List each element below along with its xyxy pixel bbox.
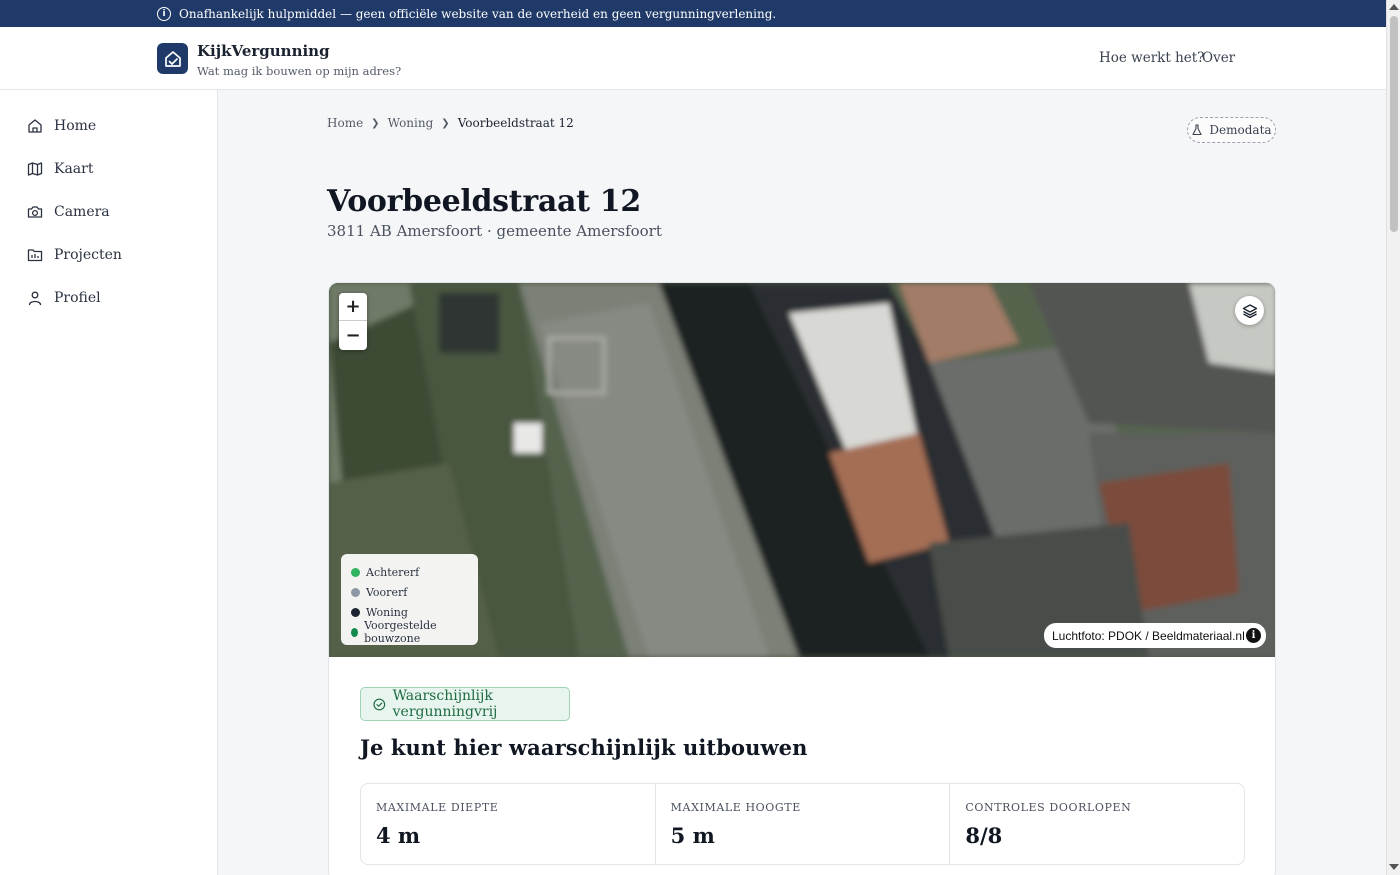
legend-item: Voorgestelde bouwzone: [351, 619, 468, 645]
brand-name[interactable]: KijkVergunning: [197, 42, 330, 60]
legend-dot: [351, 587, 360, 597]
legend-item: Voorerf: [351, 582, 468, 602]
sidebar: Home Kaart Camera Projecten Profiel: [0, 90, 218, 875]
zoom-control: + −: [339, 293, 367, 350]
stat-label: Maximale diepte: [376, 801, 499, 814]
sidebar-item-kaart[interactable]: Kaart: [27, 159, 93, 179]
legend-dot: [351, 607, 360, 617]
scroll-down-icon[interactable]: [1389, 864, 1399, 870]
status-label: Waarschijnlijk vergunningvrij: [392, 688, 498, 720]
status-badge: Waarschijnlijk vergunningvrij: [360, 687, 570, 721]
sidebar-item-home[interactable]: Home: [27, 116, 96, 136]
legend-dot: [351, 627, 359, 637]
stat-label: Controles doorlopen: [965, 801, 1132, 814]
sidebar-item-camera[interactable]: Camera: [27, 202, 110, 222]
brand-tagline: Wat mag ik bouwen op mijn adres?: [197, 64, 402, 78]
page-subtitle: 3811 AB Amersfoort · gemeente Amersfoort: [327, 222, 662, 240]
legend-item: Achtererf: [351, 562, 468, 582]
sidebar-item-label: Profiel: [54, 290, 101, 306]
demo-badge-label: Demodata: [1209, 123, 1272, 137]
sidebar-item-projecten[interactable]: Projecten: [27, 245, 122, 265]
nav-about[interactable]: Over: [1202, 50, 1235, 66]
legend-dot: [351, 567, 360, 577]
breadcrumb-current: Voorbeeldstraat 12: [457, 116, 574, 130]
check-circle-icon: [373, 698, 386, 710]
breadcrumb-woning[interactable]: Woning: [388, 116, 434, 130]
user-icon: [28, 291, 42, 306]
sidebar-item-label: Camera: [54, 204, 110, 220]
legend-label: Woning: [366, 605, 408, 619]
result-card: + − Achtererf Voorerf Woning Voorgesteld…: [328, 282, 1276, 875]
zoom-out-button[interactable]: −: [339, 321, 367, 349]
stat-checks-passed: Controles doorlopen 8/8: [950, 784, 1244, 864]
banner-text: Onafhankelijk hulpmiddel — geen officiël…: [179, 6, 777, 21]
nav-how-it-works[interactable]: Hoe werkt het?: [1099, 50, 1204, 66]
stat-value: 8/8: [965, 823, 1003, 848]
attribution-text: Luchtfoto: PDOK / Beeldmateriaal.nl: [1052, 628, 1245, 643]
zoom-in-button[interactable]: +: [339, 293, 367, 321]
aerial-map[interactable]: + − Achtererf Voorerf Woning Voorgesteld…: [329, 283, 1275, 657]
legend-label: Achtererf: [366, 565, 420, 579]
stat-max-depth: Maximale diepte 4 m: [361, 784, 656, 864]
disclaimer-banner: i Onafhankelijk hulpmiddel — geen offici…: [0, 0, 1400, 27]
chevron-right-icon: ❯: [441, 117, 450, 129]
page-title: Voorbeeldstraat 12: [327, 184, 641, 219]
layers-button[interactable]: [1235, 296, 1264, 325]
stat-value: 5 m: [670, 823, 715, 848]
demo-data-badge: Demodata: [1187, 117, 1276, 143]
stat-max-height: Maximale hoogte 5 m: [656, 784, 951, 864]
camera-icon: [27, 206, 43, 218]
stats-panel: Maximale diepte 4 m Maximale hoogte 5 m …: [360, 783, 1245, 865]
scroll-up-icon[interactable]: [1389, 4, 1399, 10]
breadcrumb-home[interactable]: Home: [327, 116, 363, 130]
layers-icon: [1242, 303, 1257, 318]
attribution-info-icon[interactable]: i: [1246, 628, 1261, 643]
map-attribution: Luchtfoto: PDOK / Beeldmateriaal.nl i: [1044, 623, 1266, 648]
sidebar-item-profiel[interactable]: Profiel: [27, 288, 101, 308]
sidebar-item-label: Kaart: [54, 161, 94, 177]
sidebar-item-label: Home: [54, 118, 97, 134]
site-header: KijkVergunning Wat mag ik bouwen op mijn…: [0, 27, 1386, 90]
page-scrollbar[interactable]: [1386, 0, 1400, 875]
map-legend: Achtererf Voorerf Woning Voorgestelde bo…: [341, 554, 478, 645]
home-icon: [28, 119, 42, 133]
verdict-heading: Je kunt hier waarschijnlijk uitbouwen: [360, 735, 808, 760]
map-icon: [27, 162, 43, 176]
stat-value: 4 m: [376, 823, 421, 848]
stat-label: Maximale hoogte: [670, 801, 801, 814]
info-icon: i: [157, 6, 171, 21]
scroll-thumb[interactable]: [1390, 16, 1398, 232]
flask-icon: [1192, 124, 1202, 136]
chevron-right-icon: ❯: [371, 117, 380, 129]
breadcrumb: Home ❯ Woning ❯ Voorbeeldstraat 12: [327, 116, 574, 130]
legend-label: Voorgestelde bouwzone: [364, 619, 437, 645]
logo-icon[interactable]: [157, 43, 188, 74]
sidebar-item-label: Projecten: [54, 247, 122, 263]
folder-icon: [27, 249, 43, 262]
legend-label: Voorerf: [366, 585, 408, 599]
